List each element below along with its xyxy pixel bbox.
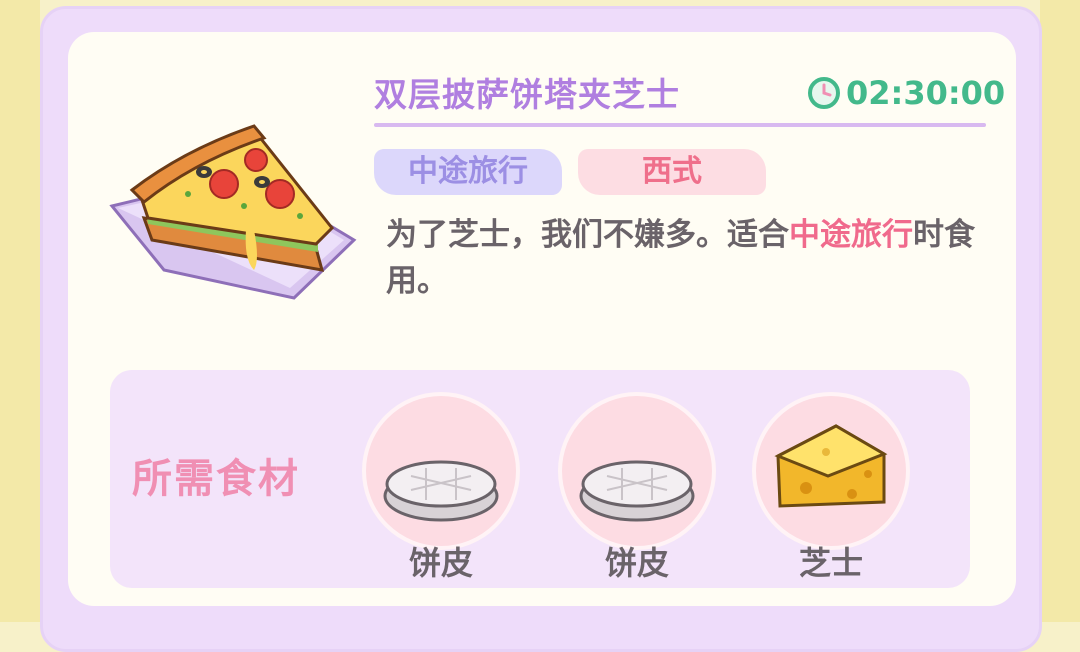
pizza-slice-icon: [104, 120, 364, 310]
dish-title: 双层披萨饼塔夹芝士: [374, 75, 680, 114]
background-left: [0, 0, 40, 622]
description-highlight: 中途旅行: [789, 217, 913, 253]
ingredient-circle: [558, 392, 716, 550]
ingredient-slot[interactable]: 饼皮: [362, 392, 520, 582]
cook-timer: 02:30:00: [806, 74, 1005, 112]
dough-crust-icon: [579, 460, 695, 522]
ingredient-label: 饼皮: [408, 544, 473, 582]
title-divider: [374, 123, 986, 127]
clock-icon: [808, 77, 840, 109]
ingredient-circle: [362, 392, 520, 550]
ingredient-slot[interactable]: 芝士: [752, 392, 910, 582]
ingredient-label: 芝士: [798, 544, 863, 582]
ingredient-circle: [752, 392, 910, 550]
timer-value: 02:30:00: [846, 74, 1006, 112]
ingredient-slot[interactable]: 饼皮: [558, 392, 716, 582]
ingredient-label: 饼皮: [604, 544, 669, 582]
ingredients-title: 所需食材: [132, 456, 300, 502]
tag-cuisine: 西式: [578, 149, 766, 195]
dish-description: 为了芝士，我们不嫌多。适合中途旅行时食用。: [386, 212, 976, 304]
cheese-icon: [774, 424, 888, 508]
tag-travel: 中途旅行: [374, 149, 562, 195]
background-right: [1040, 0, 1080, 622]
description-text: 为了芝士，我们不嫌多。适合: [386, 217, 789, 253]
dough-crust-icon: [383, 460, 499, 522]
